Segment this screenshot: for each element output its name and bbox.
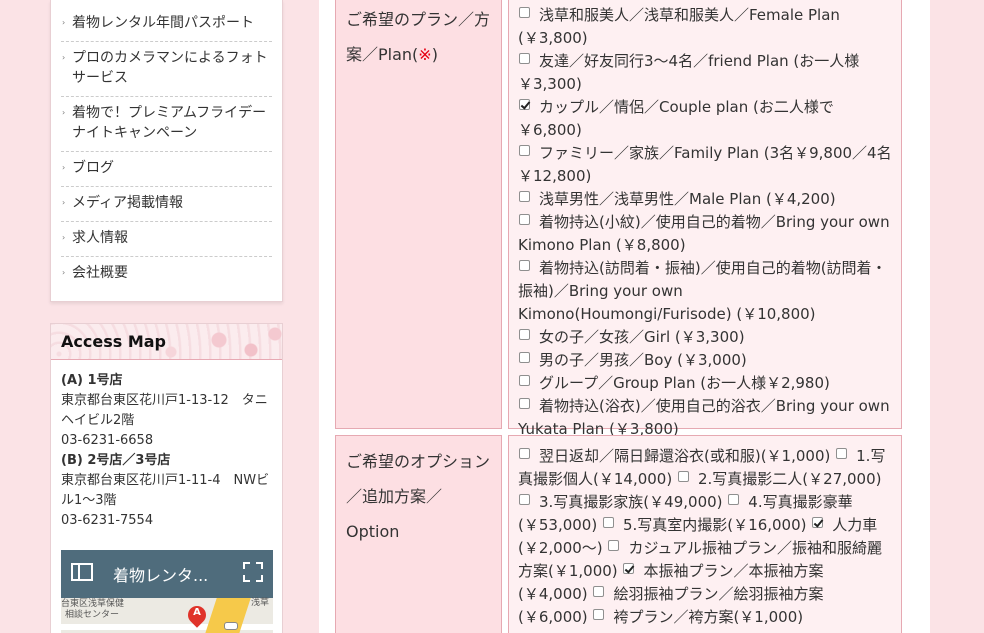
plan-option[interactable]: カップル／情侶／Couple plan (お二人様で￥6,800)	[518, 96, 892, 142]
chevron-right-icon: ›	[62, 233, 66, 242]
option-checkbox[interactable]	[836, 448, 848, 459]
access-map-panel: Access Map (A) 1号店 東京都台東区花川戸1-13-12 タニヘイ…	[50, 323, 283, 633]
plan-option[interactable]: 男の子／男孩／Boy (￥3,000)	[518, 349, 892, 372]
sidebar-menu: › 着物レンタル年間パスポート › プロのカメラマンによるフォトサービス › 着…	[50, 0, 283, 302]
sidebar-toggle-icon[interactable]	[71, 563, 93, 585]
option-checkbox[interactable]	[602, 517, 614, 528]
plan-checkbox[interactable]	[519, 99, 530, 110]
sidebar: › 着物レンタル年間パスポート › プロのカメラマンによるフォトサービス › 着…	[50, 0, 283, 633]
sidebar-item-label: 着物で！プレミアムフライデーナイトキャンペーン	[72, 105, 267, 141]
store-a-address: 東京都台東区花川戸1-13-12 タニヘイビル2階	[61, 393, 268, 428]
map-toolbar: 着物レンタ...	[61, 550, 273, 598]
store-b-label: (B) 2号店／3号店	[61, 453, 171, 468]
option-checkbox[interactable]	[623, 563, 635, 574]
map-canvas[interactable]: 台東区浅草保健 相談センター 浅草 A	[61, 598, 273, 633]
option-item[interactable]: 翌日返却／隔日歸還浴衣(或和服)(￥1,000)	[518, 447, 830, 465]
option-item[interactable]: 袴プラン／袴方案(￥1,000)	[592, 608, 803, 626]
map-place-label: 相談センター	[65, 610, 120, 620]
reservation-form: ご希望のプラン／方案／Plan(※) 浅草和服美人／浅草和服美人／Female …	[319, 0, 930, 633]
sidebar-item-jobs[interactable]: › 求人情報	[61, 222, 272, 257]
sidebar-item-photo-service[interactable]: › プロのカメラマンによるフォトサービス	[61, 42, 272, 97]
sidebar-item-label: 求人情報	[72, 230, 128, 246]
sidebar-item-premium-friday[interactable]: › 着物で！プレミアムフライデーナイトキャンペーン	[61, 97, 272, 152]
option-checkbox[interactable]	[519, 448, 530, 459]
required-mark: ※	[418, 45, 432, 64]
plan-checkbox[interactable]	[519, 145, 530, 156]
fullscreen-icon[interactable]	[243, 562, 263, 586]
plan-option[interactable]: 着物持込(小紋)／使用自己的着物／Bring your own Kimono P…	[518, 211, 892, 257]
plan-option[interactable]: ファミリー／家族／Family Plan (3名￥9,800／4名￥12,800…	[518, 142, 892, 188]
sidebar-item-label: メディア掲載情報	[72, 195, 184, 211]
chevron-right-icon: ›	[62, 18, 66, 27]
map-title: 着物レンタ...	[113, 566, 209, 585]
plan-label: ご希望のプラン／方案／Plan(※)	[335, 0, 502, 429]
sidebar-item-blog[interactable]: › ブログ	[61, 152, 272, 187]
option-checkbox[interactable]	[519, 494, 530, 505]
option-item[interactable]: 5.写真室内撮影(￥16,000)	[602, 516, 807, 534]
store-b-address: 東京都台東区花川戸1-11-4 NWビル1～3階	[61, 473, 270, 508]
chevron-right-icon: ›	[62, 198, 66, 207]
option-row: ご希望のオプション／追加方案／Option 翌日返却／隔日歸還浴衣(或和服)(￥…	[335, 435, 902, 633]
access-map-header: Access Map	[51, 324, 282, 360]
plan-checkbox[interactable]	[519, 53, 530, 64]
plan-checkbox-group: 浅草和服美人／浅草和服美人／Female Plan (￥3,800) 友達／好友…	[508, 0, 902, 438]
option-checkbox[interactable]	[812, 517, 824, 528]
plan-checkbox[interactable]	[519, 329, 530, 340]
plan-checkbox[interactable]	[519, 398, 530, 409]
train-station-icon	[224, 622, 238, 630]
plan-option[interactable]: 友達／好友同行3～4名／friend Plan (お一人様￥3,300)	[518, 50, 892, 96]
plan-checkbox[interactable]	[519, 260, 530, 271]
sidebar-item-company[interactable]: › 会社概要	[61, 257, 272, 292]
plan-checkbox[interactable]	[519, 375, 530, 386]
map-pin-label: A	[193, 607, 201, 618]
plan-option[interactable]: 女の子／女孩／Girl (￥3,300)	[518, 326, 892, 349]
chevron-right-icon: ›	[62, 108, 66, 117]
chevron-right-icon: ›	[62, 53, 66, 62]
access-map-title: Access Map	[61, 332, 166, 351]
option-item[interactable]: 3.写真撮影家族(￥49,000)	[518, 493, 723, 511]
chevron-right-icon: ›	[62, 163, 66, 172]
option-item[interactable]: 2.写真撮影二人(￥27,000)	[677, 470, 882, 488]
plan-checkbox[interactable]	[519, 191, 530, 202]
option-checkbox[interactable]	[608, 540, 620, 551]
plan-row: ご希望のプラン／方案／Plan(※) 浅草和服美人／浅草和服美人／Female …	[335, 0, 902, 438]
store-a-label: (A) 1号店	[61, 373, 123, 388]
option-label: ご希望のオプション／追加方案／Option	[335, 435, 502, 633]
option-checkbox[interactable]	[677, 471, 689, 482]
plan-option[interactable]: 浅草和服美人／浅草和服美人／Female Plan (￥3,800)	[518, 4, 892, 50]
plan-checkbox[interactable]	[519, 214, 530, 225]
sidebar-item-annual-passport[interactable]: › 着物レンタル年間パスポート	[61, 0, 272, 42]
map-place-label: 浅草	[251, 598, 270, 608]
map-place-label: 台東区浅草保健	[61, 599, 125, 609]
sidebar-item-label: ブログ	[72, 160, 114, 176]
option-checkbox[interactable]	[593, 586, 605, 597]
store-b-phone[interactable]: 03-6231-7554	[61, 511, 272, 531]
plan-checkbox[interactable]	[519, 7, 530, 18]
sidebar-item-label: 着物レンタル年間パスポート	[72, 15, 254, 31]
plan-option[interactable]: 着物持込(訪問着・振袖)／使用自己的着物(訪問着・振袖)／Bring your …	[518, 257, 892, 326]
sidebar-item-label: プロのカメラマンによるフォトサービス	[72, 50, 268, 86]
option-checkbox[interactable]	[728, 494, 740, 505]
sidebar-item-media[interactable]: › メディア掲載情報	[61, 187, 272, 222]
sidebar-item-label: 会社概要	[72, 265, 128, 281]
embedded-map[interactable]: 着物レンタ... 台東区浅草保健 相談センター 浅草 A	[61, 550, 273, 633]
plan-option[interactable]: 浅草男性／浅草男性／Male Plan (￥4,200)	[518, 188, 892, 211]
chevron-right-icon: ›	[62, 268, 66, 277]
store-addresses: (A) 1号店 東京都台東区花川戸1-13-12 タニヘイビル2階 03-623…	[51, 360, 282, 531]
store-a-phone[interactable]: 03-6231-6658	[61, 431, 272, 451]
plan-checkbox[interactable]	[519, 352, 530, 363]
option-checkbox-group: 翌日返却／隔日歸還浴衣(或和服)(￥1,000) 1.写真撮影個人(￥14,00…	[508, 435, 902, 633]
option-checkbox[interactable]	[593, 609, 605, 620]
plan-option[interactable]: グループ／Group Plan (お一人様￥2,980)	[518, 372, 892, 395]
